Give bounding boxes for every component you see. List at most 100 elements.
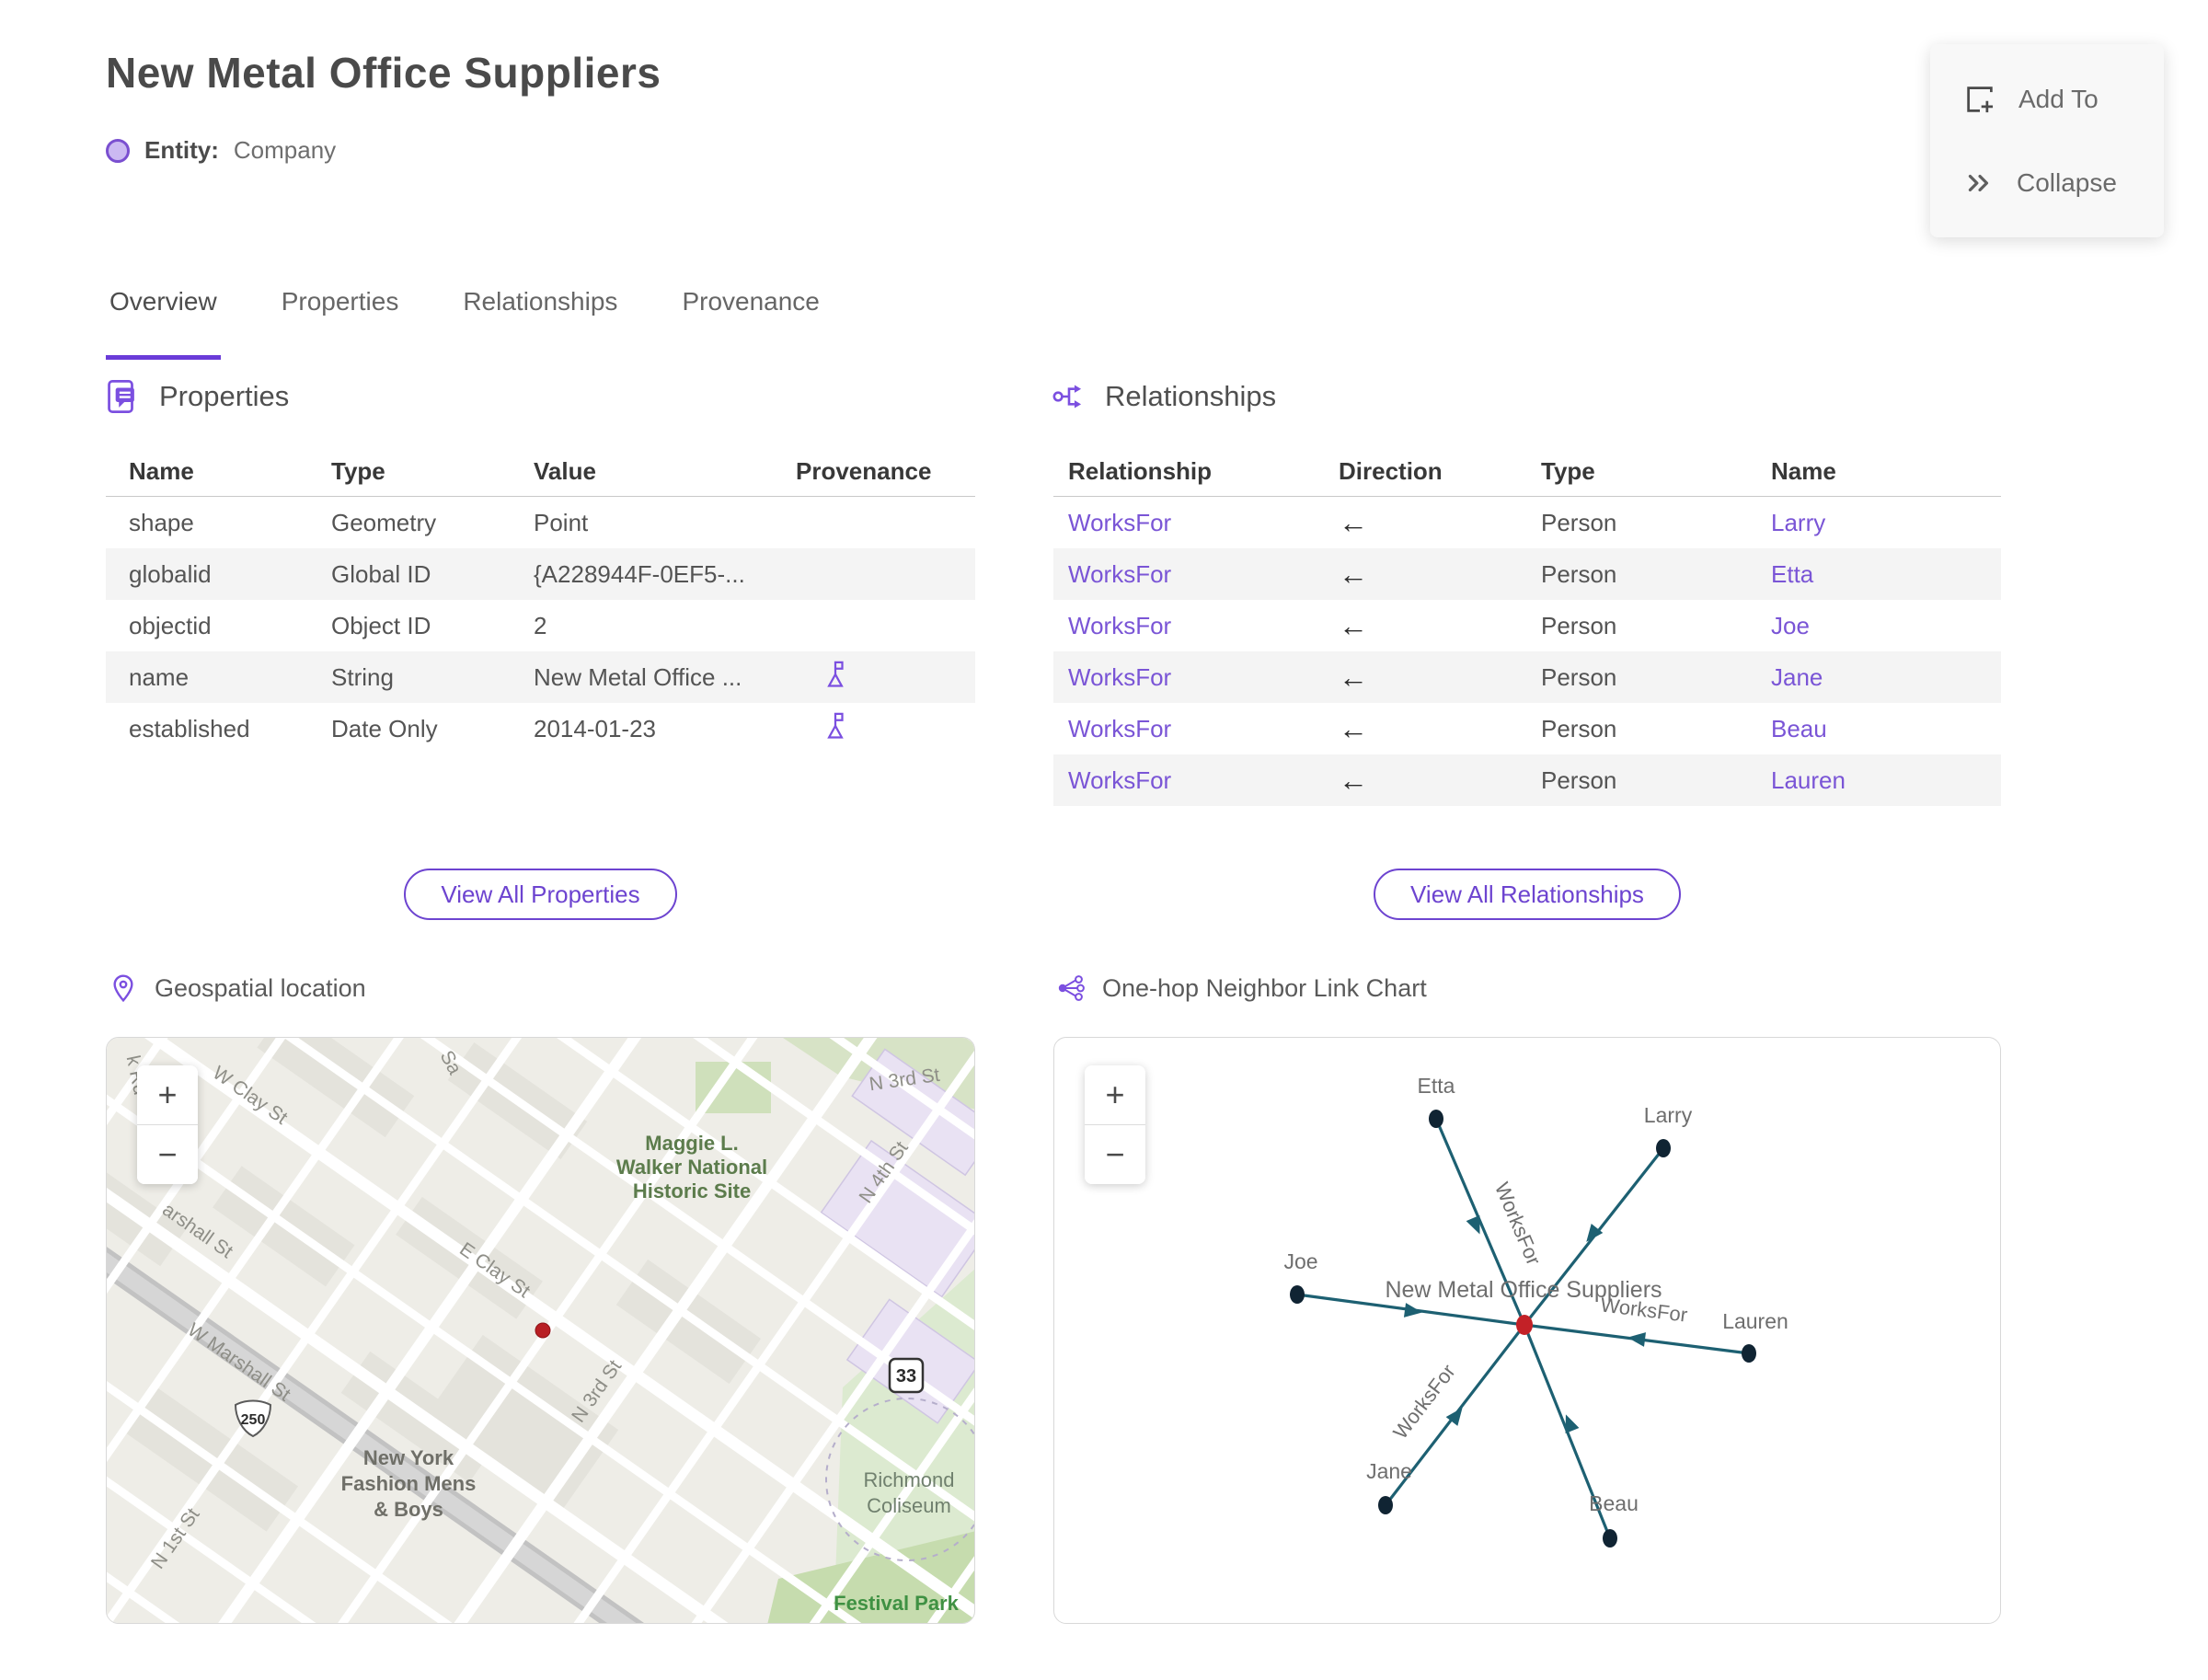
tab-relationships[interactable]: Relationships xyxy=(459,287,621,360)
node-etta[interactable] xyxy=(1429,1110,1443,1128)
entity-label: Entity: xyxy=(144,136,219,164)
properties-section-title: Properties xyxy=(159,380,290,412)
direction-arrow: ← xyxy=(1339,763,1368,797)
direction-arrow: ← xyxy=(1339,711,1368,745)
entity-link[interactable]: Larry xyxy=(1771,509,1825,536)
add-to-button[interactable]: Add To xyxy=(1930,63,2164,136)
map-zoom-in-button[interactable]: + xyxy=(137,1065,198,1124)
svg-text:Etta: Etta xyxy=(1418,1074,1455,1098)
tab-overview[interactable]: Overview xyxy=(106,287,221,360)
tab-properties[interactable]: Properties xyxy=(278,287,403,360)
geospatial-section-title: Geospatial location xyxy=(155,973,366,1002)
relationships-section-header: Relationships xyxy=(1052,379,1276,414)
direction-arrow: ← xyxy=(1339,608,1368,642)
add-to-icon xyxy=(1967,86,1994,112)
entity-link[interactable]: Beau xyxy=(1771,715,1827,742)
node-joe[interactable] xyxy=(1290,1285,1305,1304)
add-to-label: Add To xyxy=(2018,84,2099,113)
map-canvas[interactable]: k Rd W Clay St Sa arshall St W Marshall … xyxy=(107,1038,975,1624)
link-chart-canvas[interactable]: WorksFor WorksFor WorksFor Etta Larry Jo… xyxy=(1054,1038,2001,1624)
map-zoom-out-button[interactable]: − xyxy=(137,1125,198,1184)
entity-type-value: Company xyxy=(233,136,337,164)
svg-text:Historic Site: Historic Site xyxy=(633,1179,751,1202)
provenance-flag-icon[interactable] xyxy=(822,710,849,742)
svg-text:Richmond: Richmond xyxy=(863,1468,954,1491)
direction-arrow: ← xyxy=(1339,505,1368,539)
node-beau[interactable] xyxy=(1603,1529,1617,1548)
svg-text:Maggie L.: Maggie L. xyxy=(645,1132,738,1155)
col-name: Name xyxy=(1771,457,1836,485)
entity-details-page: New Metal Office Suppliers Entity: Compa… xyxy=(0,0,2208,1680)
col-type: Type xyxy=(331,457,385,485)
svg-text:Walker National: Walker National xyxy=(616,1156,767,1179)
svg-text:Jane: Jane xyxy=(1366,1459,1412,1483)
link-chart-card: + − WorksFor WorksFor WorksFor Etta Larr… xyxy=(1053,1037,2001,1624)
table-row: objectid Object ID 2 xyxy=(129,611,547,639)
col-direction: Direction xyxy=(1339,457,1443,485)
relationship-link[interactable]: WorksFor xyxy=(1068,715,1171,742)
svg-text:Beau: Beau xyxy=(1589,1491,1639,1515)
col-value: Value xyxy=(534,457,596,485)
table-row: WorksFor ← Person Beau xyxy=(1068,711,1827,745)
svg-text:Fashion Mens: Fashion Mens xyxy=(341,1472,477,1495)
properties-section-header: Properties xyxy=(106,379,289,414)
relationship-link[interactable]: WorksFor xyxy=(1068,560,1171,588)
relationship-link[interactable]: WorksFor xyxy=(1068,663,1171,691)
collapse-label: Collapse xyxy=(2017,167,2117,197)
page-title: New Metal Office Suppliers xyxy=(106,49,661,97)
entity-location-marker[interactable] xyxy=(535,1322,551,1339)
chart-zoom-in-button[interactable]: + xyxy=(1085,1065,1145,1124)
svg-text:Joe: Joe xyxy=(1283,1249,1317,1273)
svg-text:33: 33 xyxy=(896,1366,916,1387)
collapse-button[interactable]: Collapse xyxy=(1930,146,2164,220)
map-card: + − k W Clay St Sa arshall St W Marshall… xyxy=(106,1037,975,1624)
geospatial-section-header: Geospatial location xyxy=(109,973,366,1003)
link-chart-icon xyxy=(1058,975,1085,1001)
svg-text:New Metal Office Suppliers: New Metal Office Suppliers xyxy=(1385,1277,1662,1303)
map-pin-icon xyxy=(113,974,133,1003)
view-all-relationships-button[interactable]: View All Relationships xyxy=(1374,869,1681,920)
provenance-flag-icon[interactable] xyxy=(822,659,849,690)
relationships-table: Relationship Direction Type Name WorksFo… xyxy=(1053,447,2001,806)
tab-provenance[interactable]: Provenance xyxy=(678,287,822,360)
view-all-properties-button[interactable]: View All Properties xyxy=(404,869,677,920)
direction-arrow: ← xyxy=(1339,557,1368,591)
node-lauren[interactable] xyxy=(1742,1344,1756,1363)
relationship-link[interactable]: WorksFor xyxy=(1068,766,1171,794)
col-name: Name xyxy=(129,457,194,485)
entity-badge: Entity: Company xyxy=(106,136,336,165)
chart-zoom-out-button[interactable]: − xyxy=(1085,1125,1145,1184)
svg-text:250: 250 xyxy=(241,1412,266,1428)
col-provenance: Provenance xyxy=(796,457,932,485)
collapse-icon xyxy=(1968,174,1989,191)
actions-panel: Add To Collapse xyxy=(1930,44,2164,237)
edge-label: WorksFor xyxy=(1490,1179,1546,1268)
properties-icon xyxy=(108,380,134,413)
map-zoom-control: + − xyxy=(137,1065,198,1184)
relationships-section-title: Relationships xyxy=(1105,380,1277,412)
relationships-table-header: Relationship Direction Type Name xyxy=(1053,447,2001,497)
svg-text:Festival Park: Festival Park xyxy=(834,1592,960,1615)
table-row: WorksFor ← Person Etta xyxy=(1053,548,2001,600)
direction-arrow: ← xyxy=(1339,660,1368,694)
entity-link[interactable]: Jane xyxy=(1771,663,1823,691)
entity-link[interactable]: Joe xyxy=(1771,612,1810,639)
relationship-link[interactable]: WorksFor xyxy=(1068,612,1171,639)
table-row: WorksFor ← Person Joe xyxy=(1068,608,1810,642)
table-row: WorksFor ← Person Jane xyxy=(1053,651,2001,703)
col-type: Type xyxy=(1541,457,1595,485)
table-row: WorksFor ← Person Larry xyxy=(1068,505,1826,539)
relationship-link[interactable]: WorksFor xyxy=(1068,509,1171,536)
svg-text:Coliseum: Coliseum xyxy=(867,1494,951,1517)
properties-table: Name Type Value Provenance shape Geometr… xyxy=(106,447,975,754)
svg-text:& Boys: & Boys xyxy=(374,1498,443,1521)
node-center-company[interactable] xyxy=(1516,1315,1533,1335)
node-jane[interactable] xyxy=(1378,1496,1393,1514)
edge-label: WorksFor xyxy=(1388,1360,1460,1444)
entity-link[interactable]: Lauren xyxy=(1771,766,1846,794)
entity-tabs: Overview Properties Relationships Proven… xyxy=(106,287,823,360)
svg-text:New York: New York xyxy=(363,1446,454,1469)
entity-link[interactable]: Etta xyxy=(1771,560,1813,588)
node-larry[interactable] xyxy=(1656,1139,1671,1157)
table-row: globalid Global ID {A228944F-0EF5-... xyxy=(106,548,975,600)
